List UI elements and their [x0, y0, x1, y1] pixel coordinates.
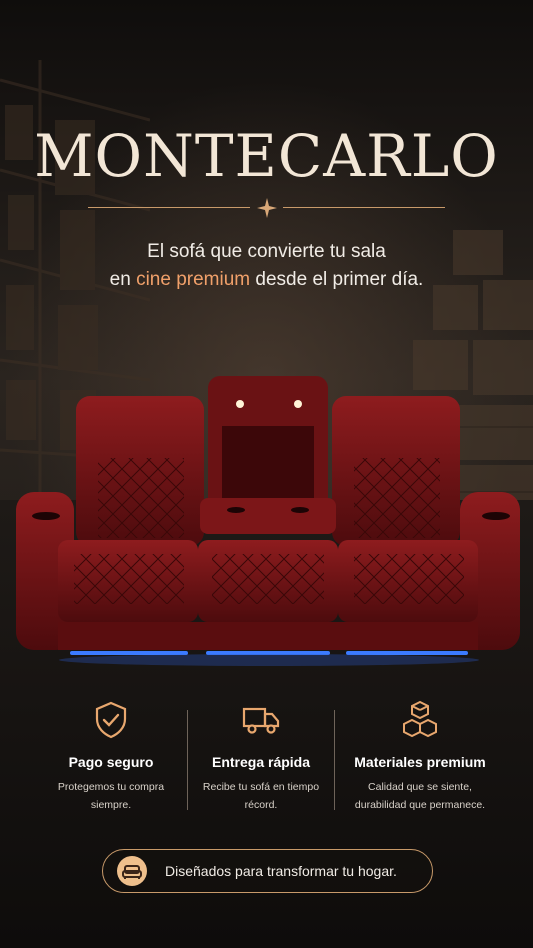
- tagline: El sofá que convierte tu sala en cine pr…: [0, 238, 533, 294]
- features-row: Pago seguro Protegemos tu compra siempre…: [0, 700, 533, 830]
- feature-desc: Protegemos tu compra siempre.: [57, 781, 165, 811]
- footer-pill: Diseñados para transformar tu hogar.: [102, 849, 433, 893]
- footer-pill-text: Diseñados para transformar tu hogar.: [165, 863, 397, 879]
- delivery-truck-icon: [242, 707, 280, 734]
- feature-desc: Calidad que se siente, durabilidad que p…: [354, 781, 486, 811]
- brand-title: MONTECARLO: [34, 122, 499, 190]
- tagline-accent: cine premium: [136, 269, 251, 290]
- stacked-boxes-icon: [403, 700, 437, 738]
- feature-desc: Recibe tu sofá en tiempo récord.: [202, 781, 320, 811]
- tagline-line-2: en cine premium desde el primer día.: [109, 269, 424, 290]
- shield-check-icon: [95, 701, 127, 739]
- feature-fast-delivery: Entrega rápida Recibe tu sofá en tiempo …: [181, 700, 341, 814]
- sofa-image: [16, 376, 520, 666]
- feature-title: Pago seguro: [68, 754, 154, 770]
- feature-title: Entrega rápida: [211, 754, 311, 770]
- feature-title: Materiales premium: [354, 754, 486, 770]
- tagline-line-1: El sofá que convierte tu sala: [147, 241, 386, 262]
- feature-separator: [334, 710, 335, 810]
- title-divider: [88, 198, 445, 218]
- feature-premium-materials: Materiales premium Calidad que se siente…: [340, 700, 500, 814]
- feature-secure-payment: Pago seguro Protegemos tu compra siempre…: [31, 700, 191, 814]
- sofa-icon: [117, 856, 147, 886]
- sparkle-icon: [257, 198, 277, 218]
